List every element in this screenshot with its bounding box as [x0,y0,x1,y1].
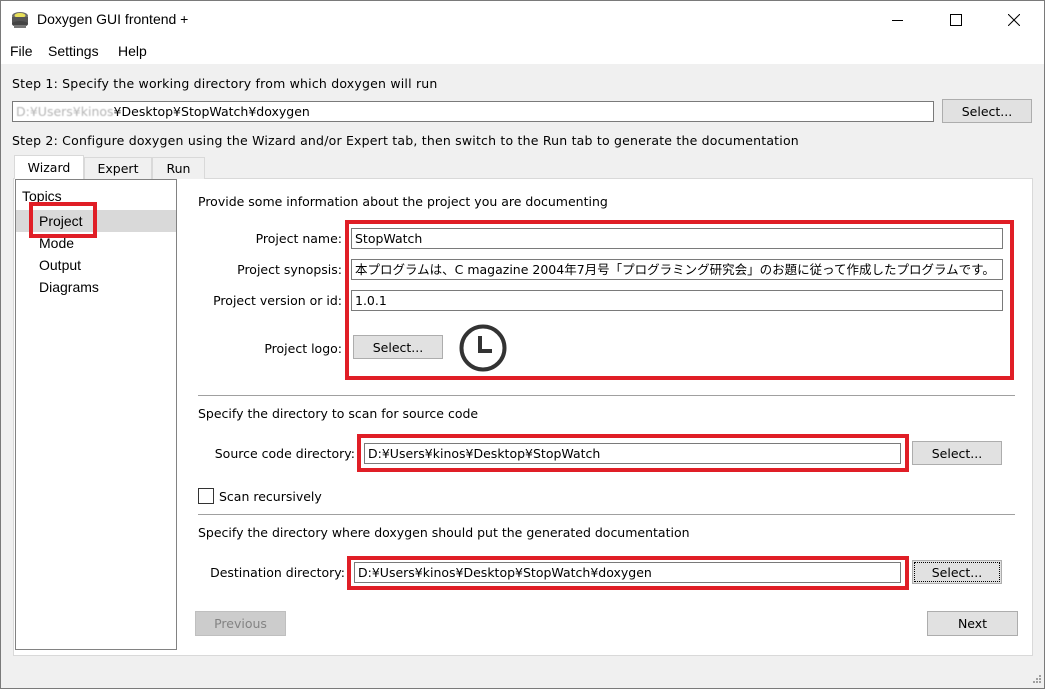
close-button[interactable] [985,1,1043,39]
project-version-input[interactable]: 1.0.1 [351,290,1003,311]
project-name-label: Project name: [255,231,342,246]
working-directory-input[interactable]: D:¥Users¥kinos¥Desktop¥StopWatch¥doxygen [12,101,934,122]
minimize-icon [892,20,903,21]
clock-icon [459,324,507,372]
maximize-icon [950,14,962,26]
topic-mode[interactable]: Mode [16,232,176,254]
destination-dir-input[interactable]: D:¥Users¥kinos¥Desktop¥StopWatch¥doxygen [354,562,901,583]
topic-project[interactable]: Project [16,210,176,232]
project-synopsis-label: Project synopsis: [237,262,342,277]
destination-intro-text: Specify the directory where doxygen shou… [198,525,690,540]
project-version-label: Project version or id: [213,293,342,308]
menu-bar: File Settings Help [1,39,1044,64]
tab-wizard[interactable]: Wizard [14,155,84,179]
tab-expert[interactable]: Expert [84,157,152,179]
step2-label: Step 2: Configure doxygen using the Wiza… [12,133,799,148]
resize-grip-icon[interactable] [1030,674,1042,686]
title-bar: Doxygen GUI frontend + [1,1,1044,39]
working-directory-blurred: D:¥Users¥kinos [16,104,114,119]
doxygen-window: Doxygen GUI frontend + File Settings Hel… [0,0,1045,689]
section-divider [198,395,1015,396]
window-title: Doxygen GUI frontend + [37,11,189,27]
section-divider [198,514,1015,515]
doxygen-app-icon [12,12,28,28]
maximize-button[interactable] [927,1,985,39]
destination-dir-label: Destination directory: [210,565,345,580]
destination-dir-select-button[interactable]: Select... [912,560,1002,584]
tab-run[interactable]: Run [152,157,205,179]
topics-list: Topics Project Mode Output Diagrams [15,179,177,650]
project-synopsis-input[interactable]: 本プログラムは、C magazine 2004年7月号「プログラミング研究会」の… [351,259,1003,280]
close-icon [1008,14,1020,26]
project-logo-label: Project logo: [264,341,342,356]
minimize-button[interactable] [869,1,927,39]
menu-help[interactable]: Help [118,43,147,59]
step1-label: Step 1: Specify the working directory fr… [12,76,438,91]
source-dir-label: Source code directory: [214,446,355,461]
menu-settings[interactable]: Settings [48,43,99,59]
project-name-input[interactable]: StopWatch [351,228,1003,249]
source-dir-select-button[interactable]: Select... [912,441,1002,465]
scan-recursively-label[interactable]: Scan recursively [219,489,322,504]
next-button[interactable]: Next [927,611,1018,636]
project-intro-text: Provide some information about the proje… [198,194,608,209]
scan-recursively-checkbox[interactable] [198,488,214,504]
working-directory-value: ¥Desktop¥StopWatch¥doxygen [113,104,310,119]
source-intro-text: Specify the directory to scan for source… [198,406,479,421]
previous-button[interactable]: Previous [195,611,286,636]
working-directory-select-button[interactable]: Select... [942,99,1032,123]
topic-diagrams[interactable]: Diagrams [16,276,176,298]
source-dir-input[interactable]: D:¥Users¥kinos¥Desktop¥StopWatch [364,443,901,464]
menu-file[interactable]: File [10,43,33,59]
topics-header: Topics [22,188,62,204]
topic-output[interactable]: Output [16,254,176,276]
project-logo-select-button[interactable]: Select... [353,335,443,359]
